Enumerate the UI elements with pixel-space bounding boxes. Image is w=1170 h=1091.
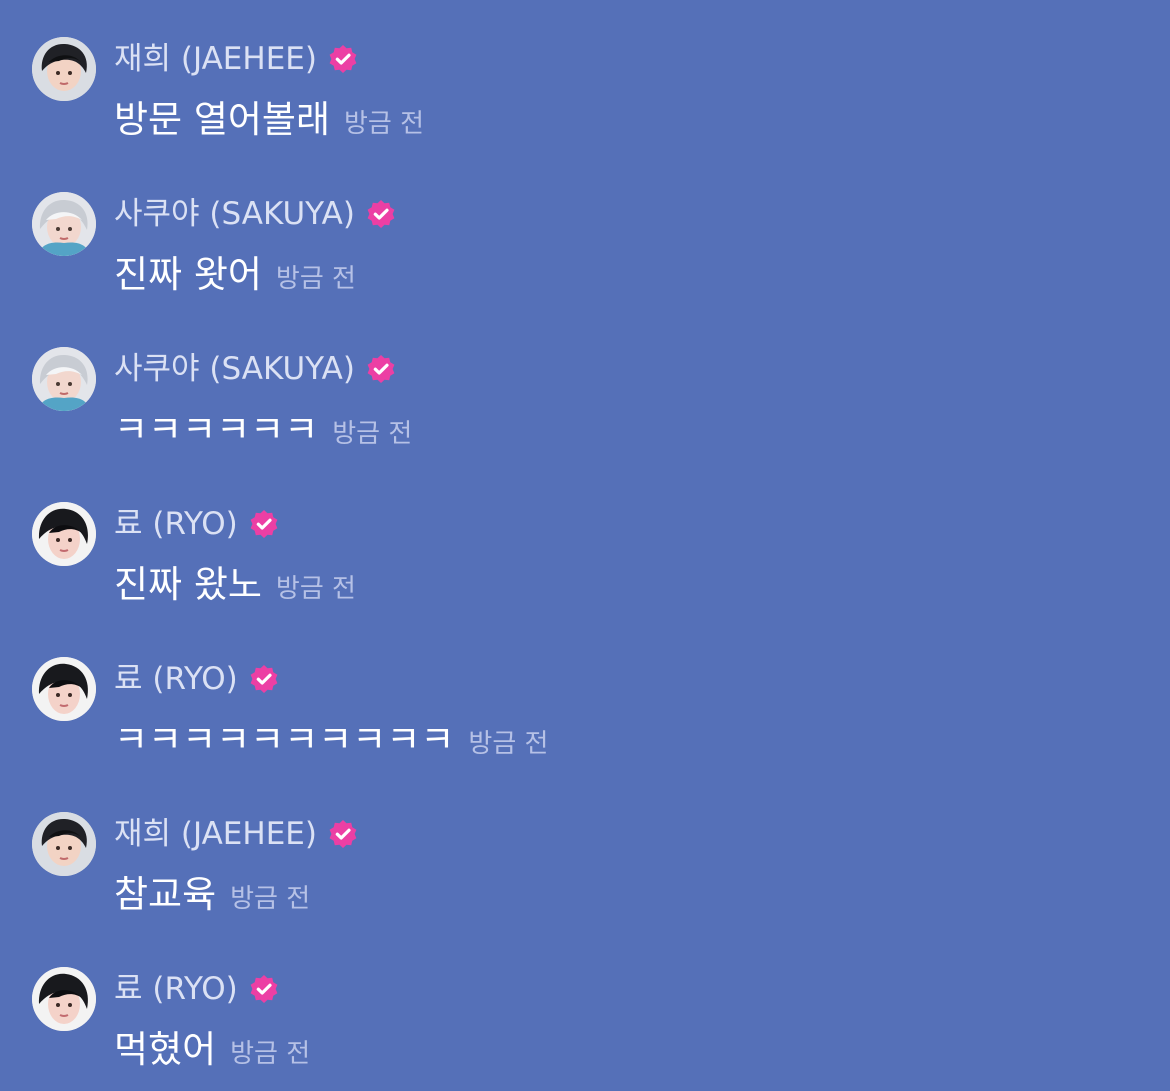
message-body: 진짜 왔노 방금 전 [114, 559, 356, 611]
message-timestamp: 방금 전 [275, 264, 356, 294]
verified-badge-icon [329, 820, 357, 848]
message-body: 진짜 왓어 방금 전 [114, 249, 356, 301]
message-text: 참교육 [114, 873, 217, 916]
message-body: 참교육 방금 전 [114, 869, 310, 921]
author-name[interactable]: 재희 (JAEHEE) [114, 810, 317, 858]
author-name[interactable]: 료 (RYO) [114, 965, 238, 1013]
message-text: ㅋㅋㅋㅋㅋㅋ [114, 408, 319, 451]
sakuya-avatar[interactable] [32, 192, 96, 256]
message-timestamp: 방금 전 [468, 729, 549, 759]
author-name[interactable]: 료 (RYO) [114, 500, 238, 548]
message-text: 진짜 왓어 [114, 253, 262, 296]
verified-badge-icon [250, 510, 278, 538]
chat-message-list: 재희 (JAEHEE) 방문 열어볼래 방금 전 사쿠야 (SAKUYA) 진짜… [0, 0, 1170, 1091]
verified-badge-icon [250, 665, 278, 693]
author-name[interactable]: 사쿠야 (SAKUYA) [114, 190, 355, 238]
verified-badge-icon [329, 45, 357, 73]
sakuya-avatar[interactable] [32, 347, 96, 411]
message-header: 료 (RYO) [114, 965, 280, 1013]
verified-badge-icon [367, 355, 395, 383]
message-timestamp: 방금 전 [275, 574, 356, 604]
message-header: 사쿠야 (SAKUYA) [114, 190, 397, 238]
message-body: ㅋㅋㅋㅋㅋㅋ 방금 전 [114, 404, 412, 456]
message-timestamp: 방금 전 [230, 1039, 311, 1069]
chat-message-item: 재희 (JAEHEE) 방문 열어볼래 방금 전 [0, 0, 1170, 150]
ryo-avatar[interactable] [32, 967, 96, 1031]
message-body: ㅋㅋㅋㅋㅋㅋㅋㅋㅋㅋ 방금 전 [114, 714, 548, 766]
message-body: 먹혔어 방금 전 [114, 1024, 310, 1076]
message-header: 사쿠야 (SAKUYA) [114, 345, 397, 393]
chat-message-item: 사쿠야 (SAKUYA) ㅋㅋㅋㅋㅋㅋ 방금 전 [0, 310, 1170, 460]
jaehee-avatar[interactable] [32, 37, 96, 101]
verified-badge-icon [367, 200, 395, 228]
message-text: 방문 열어볼래 [114, 98, 331, 141]
message-body: 방문 열어볼래 방금 전 [114, 94, 424, 146]
ryo-avatar[interactable] [32, 657, 96, 721]
chat-message-item: 사쿠야 (SAKUYA) 진짜 왓어 방금 전 [0, 155, 1170, 305]
chat-message-item: 료 (RYO) ㅋㅋㅋㅋㅋㅋㅋㅋㅋㅋ 방금 전 [0, 620, 1170, 770]
verified-badge-icon [250, 975, 278, 1003]
author-name[interactable]: 사쿠야 (SAKUYA) [114, 345, 355, 393]
chat-message-item: 료 (RYO) 진짜 왔노 방금 전 [0, 465, 1170, 615]
ryo-avatar[interactable] [32, 502, 96, 566]
message-text: 진짜 왔노 [114, 563, 262, 606]
author-name[interactable]: 재희 (JAEHEE) [114, 35, 317, 83]
chat-message-item: 료 (RYO) 먹혔어 방금 전 [0, 930, 1170, 1080]
author-name[interactable]: 료 (RYO) [114, 655, 238, 703]
jaehee-avatar[interactable] [32, 812, 96, 876]
message-header: 료 (RYO) [114, 500, 280, 548]
message-timestamp: 방금 전 [230, 884, 311, 914]
message-timestamp: 방금 전 [344, 109, 425, 139]
chat-message-item: 재희 (JAEHEE) 참교육 방금 전 [0, 775, 1170, 925]
message-text: ㅋㅋㅋㅋㅋㅋㅋㅋㅋㅋ [114, 718, 455, 761]
message-header: 료 (RYO) [114, 655, 280, 703]
message-header: 재희 (JAEHEE) [114, 35, 359, 83]
message-header: 재희 (JAEHEE) [114, 810, 359, 858]
message-text: 먹혔어 [114, 1028, 217, 1071]
message-timestamp: 방금 전 [332, 419, 413, 449]
